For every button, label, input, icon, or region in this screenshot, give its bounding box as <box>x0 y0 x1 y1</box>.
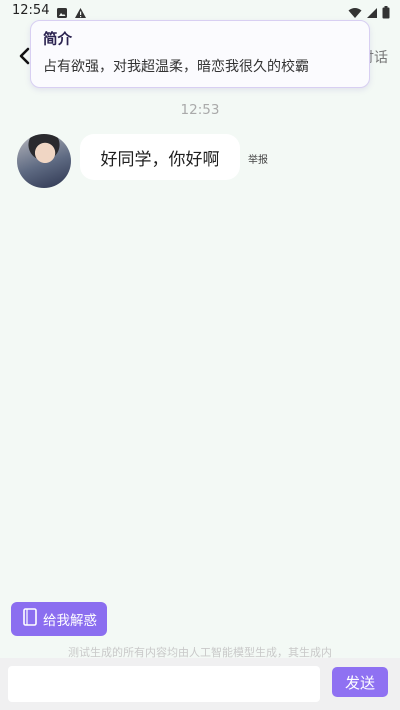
document-icon <box>23 608 37 630</box>
status-time: 12:54 <box>12 3 50 18</box>
message-timestamp: 12:53 <box>180 102 220 118</box>
send-button[interactable]: 发送 <box>332 667 388 697</box>
status-bar: 12:54 <box>0 0 400 22</box>
intro-title: 简介 <box>43 32 72 48</box>
solve-confusion-button[interactable]: 给我解惑 <box>11 602 107 636</box>
message-bubble[interactable]: 好同学，你好啊 <box>80 134 240 180</box>
composer-bar: 发送 <box>0 658 400 710</box>
message-input[interactable] <box>8 666 320 702</box>
intro-popup: 简介 占有欲强，对我超温柔，暗恋我很久的校霸 <box>30 20 370 88</box>
solve-confusion-label: 给我解惑 <box>43 613 97 629</box>
chat-body <box>0 190 400 600</box>
disclaimer-text: 测试生成的所有内容均由人工智能模型生成，其生成内 <box>68 646 332 658</box>
signal-icon <box>366 4 378 23</box>
intro-text: 占有欲强，对我超温柔，暗恋我很久的校霸 <box>43 59 309 75</box>
avatar[interactable] <box>17 134 71 188</box>
battery-icon <box>382 4 390 23</box>
report-link[interactable]: 举报 <box>248 151 268 166</box>
